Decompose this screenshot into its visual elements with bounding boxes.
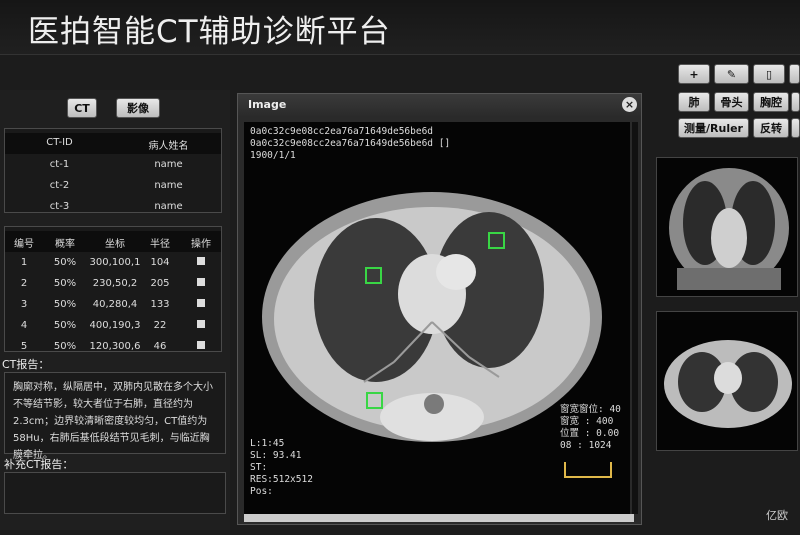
edit-icon-button[interactable]: ✎	[714, 64, 749, 84]
slice-info: L:1:45 SL: 93.41 ST: RES:512x512 Pos:	[250, 438, 313, 497]
row-checkbox[interactable]	[197, 278, 205, 289]
nodule-table: 编号 概率 坐标 半径 操作 1 50% 300,100,1 104 2 50%…	[4, 226, 222, 352]
thumbnail-axial[interactable]	[656, 311, 798, 451]
thumbnail-coronal[interactable]	[656, 157, 798, 297]
add-button[interactable]: +	[678, 64, 710, 84]
supplement-report-label: 补充CT报告：	[4, 458, 74, 471]
table-row[interactable]: ct-3 name	[5, 197, 221, 218]
table-row[interactable]: 5 50% 120,300,6 46	[5, 337, 221, 358]
table-row[interactable]: 2 50% 230,50,2 205	[5, 274, 221, 295]
lung-window-button[interactable]: 肺	[678, 92, 710, 112]
left-panel: CT 影像 CT-ID 病人姓名 ct-1 name ct-2 name ct-…	[0, 90, 230, 530]
row-checkbox[interactable]	[197, 341, 205, 352]
vertical-scrollbar[interactable]	[632, 122, 638, 514]
col-ct-id: CT-ID	[46, 137, 73, 148]
row-checkbox[interactable]	[197, 257, 205, 268]
ct-report-box: 胸廓对称，纵隔居中，双肺内见散在多个大小不等结节影，较大者位于右肺，直径约为2.…	[4, 372, 226, 461]
title-bar: 医拍智能CT辅助诊断平台	[0, 0, 800, 55]
scale-ruler	[564, 462, 612, 478]
ct-viewport[interactable]: 0a0c32c9e08cc2ea76a71649de56be6d 0a0c32c…	[244, 122, 630, 514]
ruler-button[interactable]: 测量/Ruler	[678, 118, 749, 138]
window-info: 窗宽窗位: 40 窗宽 : 400 位置 : 0.00 08 : 1024	[560, 404, 621, 451]
coronal-ct-image	[657, 158, 797, 296]
table-row[interactable]: 4 50% 400,190,3 22	[5, 316, 221, 337]
watermark-logo: 亿欧	[766, 509, 788, 522]
axial-ct-image	[657, 312, 797, 450]
viewer-header: Image ×	[238, 94, 641, 116]
col-patient-name: 病人姓名	[148, 141, 189, 152]
table-header: CT-ID 病人姓名	[5, 133, 221, 154]
table-row[interactable]: 3 50% 40,280,4 133	[5, 295, 221, 316]
row-checkbox[interactable]	[197, 320, 205, 331]
close-icon[interactable]: ×	[622, 97, 637, 112]
table-header: 编号 概率 坐标 半径 操作	[5, 231, 221, 252]
bone-window-button[interactable]: 骨头	[714, 92, 749, 112]
nodule-marker[interactable]	[488, 232, 505, 249]
report-label: CT报告：	[2, 358, 50, 371]
viewer-title: Image	[248, 98, 287, 111]
tab-image[interactable]: 影像	[116, 98, 160, 118]
nodule-marker[interactable]	[366, 392, 383, 409]
extra-button-2[interactable]	[791, 92, 800, 112]
extra-button-3[interactable]	[791, 118, 800, 138]
nodule-marker[interactable]	[365, 267, 382, 284]
delete-icon-button[interactable]: ▯	[753, 64, 785, 84]
ct-list-table: CT-ID 病人姓名 ct-1 name ct-2 name ct-3 name	[4, 128, 222, 213]
horizontal-scrollbar[interactable]	[244, 514, 634, 522]
invert-button[interactable]: 反转	[753, 118, 789, 138]
table-row[interactable]: ct-2 name	[5, 176, 221, 197]
image-viewer: Image × 0a0c32c9e08cc2ea76a71649de56be6d…	[237, 93, 642, 525]
chest-window-button[interactable]: 胸腔	[753, 92, 789, 112]
extra-button[interactable]	[789, 64, 800, 84]
supplement-report-input[interactable]	[4, 472, 226, 514]
series-info: 0a0c32c9e08cc2ea76a71649de56be6d 0a0c32c…	[250, 126, 451, 161]
row-checkbox[interactable]	[197, 299, 205, 310]
tab-ct[interactable]: CT	[67, 98, 97, 118]
table-row[interactable]: ct-1 name	[5, 155, 221, 176]
table-row[interactable]: 1 50% 300,100,1 104	[5, 253, 221, 274]
app-title: 医拍智能CT辅助诊断平台	[28, 14, 391, 50]
